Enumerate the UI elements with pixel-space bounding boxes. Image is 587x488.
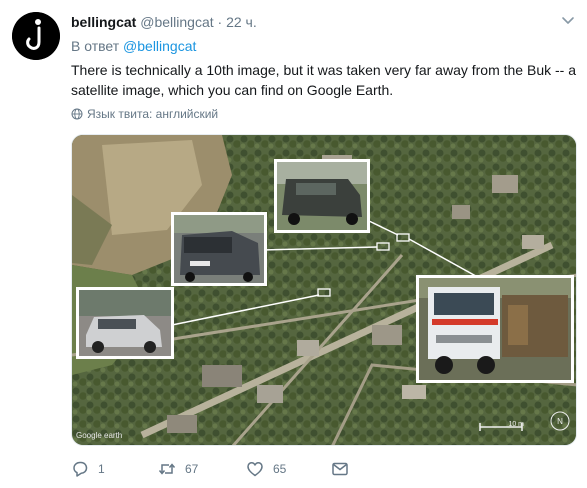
avatar-hook-icon — [12, 12, 60, 60]
author-name[interactable]: bellingcat — [71, 14, 136, 30]
tweet-timestamp[interactable]: 22 ч. — [226, 14, 257, 30]
like-button[interactable]: 65 — [246, 460, 331, 478]
inset-photo-jeep — [274, 159, 370, 233]
inset-photo-suv — [76, 287, 174, 359]
language-label: Язык твита: английский — [87, 107, 219, 121]
reply-count: 1 — [98, 462, 105, 476]
like-icon — [247, 462, 263, 477]
tweet-language[interactable]: Язык твита: английский — [71, 106, 218, 122]
svg-text:N: N — [557, 417, 563, 426]
avatar[interactable] — [12, 12, 60, 60]
dm-icon — [332, 462, 348, 476]
tweet-text: There is technically a 10th image, but i… — [71, 62, 576, 98]
reply-handle-link[interactable]: @bellingcat — [123, 38, 196, 54]
google-earth-watermark: Google earth — [76, 431, 123, 440]
tweet-actions: 1 67 65 — [71, 458, 349, 480]
reply-button[interactable]: 1 — [71, 460, 158, 478]
like-count: 65 — [273, 462, 287, 476]
globe-icon — [71, 108, 83, 120]
separator-dot: · — [217, 14, 223, 30]
direct-message-button[interactable] — [331, 460, 349, 478]
reply-prefix: В ответ — [71, 38, 120, 54]
inset-photo-minivan — [171, 212, 267, 286]
retweet-button[interactable]: 67 — [158, 460, 246, 478]
retweet-count: 67 — [185, 462, 199, 476]
satellite-composite-image: N — [72, 135, 576, 445]
tweet-header: bellingcat @bellingcat · 22 ч. — [71, 13, 257, 31]
retweet-icon — [158, 463, 176, 475]
tweet-media-image[interactable]: N Google earth 10 m — [71, 134, 577, 446]
tweet: bellingcat @bellingcat · 22 ч. В ответ @… — [0, 0, 587, 488]
reply-context: В ответ @bellingcat — [71, 37, 196, 55]
chevron-down-icon[interactable] — [560, 13, 576, 29]
reply-icon — [73, 461, 88, 477]
inset-photo-truck — [416, 275, 574, 383]
scale-label: 10 m — [508, 421, 524, 428]
author-handle[interactable]: @bellingcat — [140, 14, 213, 30]
